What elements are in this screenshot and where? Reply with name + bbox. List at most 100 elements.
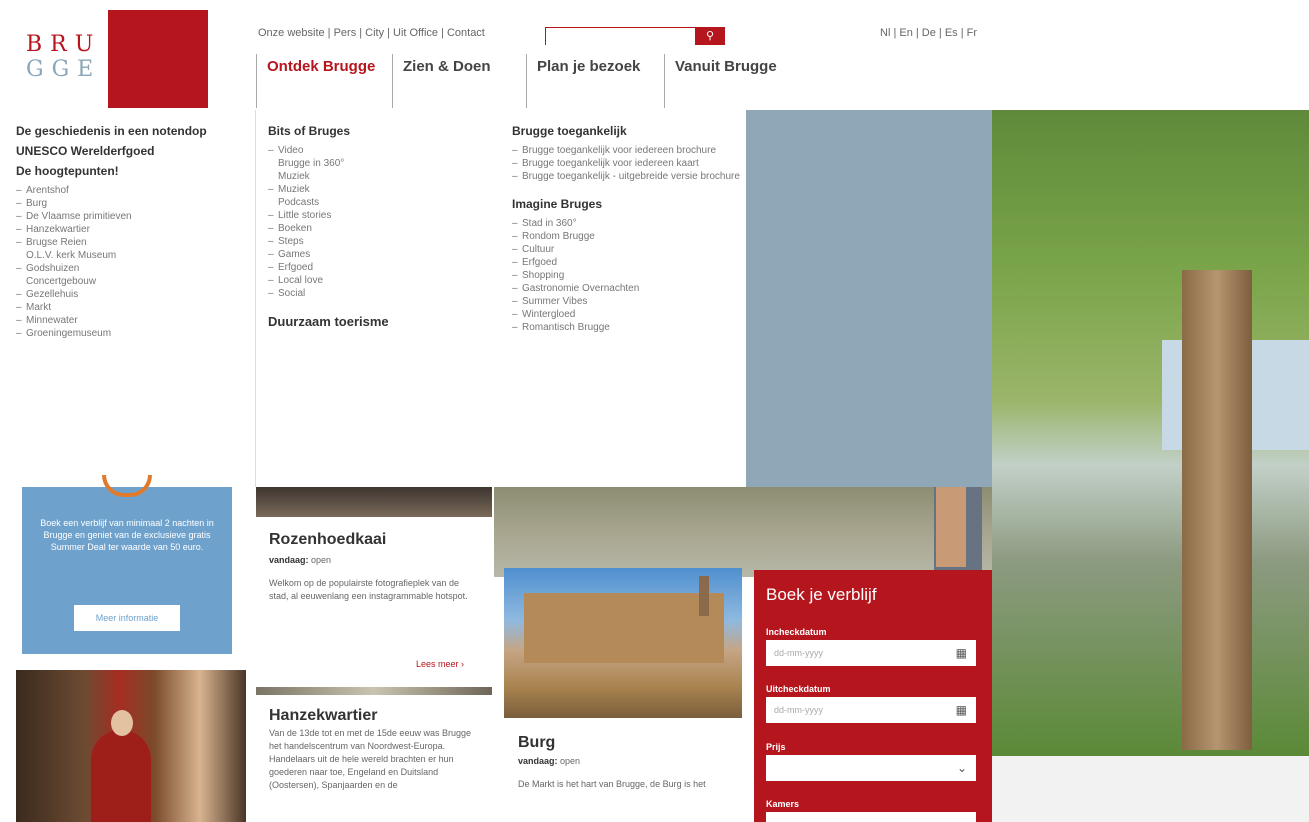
price-select[interactable]: ⌄	[766, 755, 976, 781]
top-link-press[interactable]: Pers	[334, 27, 357, 39]
menu-item[interactable]: Local love	[268, 274, 498, 287]
card-hours: vandaag: open	[269, 555, 332, 565]
card-hanzekwartier[interactable]: Hanzekwartier Van de 13de tot en met de …	[256, 687, 492, 822]
menu-item[interactable]: Markt	[16, 301, 246, 314]
menu-item[interactable]: Podcasts	[268, 196, 498, 209]
booking-title: Boek je verblijf	[766, 585, 877, 604]
card-description: Van de 13de tot en met de 15de eeuw was …	[269, 728, 471, 790]
menu-item[interactable]: Groeningemuseum	[16, 327, 246, 340]
rooms-label: Kamers	[766, 799, 800, 809]
top-links: Onze website | Pers | City | Uit Office | Co…	[258, 27, 485, 39]
menu-item[interactable]: Muziek	[268, 183, 498, 196]
promo-more-button[interactable]: Meer informatie	[74, 605, 180, 631]
menu-link-unesco[interactable]: UNESCO Werelderfgoed	[16, 144, 246, 158]
logo-line-2: GGE	[26, 57, 102, 82]
menu-item[interactable]: Burg	[16, 197, 246, 210]
promo-text: Boek een verblijf van minimaal 2 nachten…	[40, 518, 214, 552]
search-icon: ⚲	[705, 30, 715, 42]
nav-zien-doen[interactable]: Zien & Doen	[392, 54, 524, 108]
logo-red-block	[108, 10, 208, 108]
menu-item[interactable]: Boeken	[268, 222, 498, 235]
menu-item[interactable]: Video	[268, 144, 498, 157]
top-link-office[interactable]: Uit Office	[393, 27, 438, 39]
logo[interactable]: BRU GGE	[16, 10, 208, 108]
search-bar: ⚲	[545, 27, 725, 45]
top-link-city[interactable]: City	[365, 27, 384, 39]
rooms-select[interactable]	[766, 812, 976, 822]
menu-item[interactable]: Rondom Brugge	[512, 230, 742, 243]
menu-heading-toegankelijk[interactable]: Brugge toegankelijk	[512, 124, 742, 138]
search-input[interactable]	[546, 28, 696, 45]
menu-item[interactable]: Erfgoed	[268, 261, 498, 274]
promo-card: Boek een verblijf van minimaal 2 nachten…	[22, 475, 232, 654]
menu-item[interactable]: Shopping	[512, 269, 742, 282]
painting-robe	[91, 730, 151, 822]
menu-heading-duurzaam[interactable]: Duurzaam toerisme	[268, 314, 498, 329]
booking-widget: Boek je verblijf Incheckdatum dd-mm-yyyy…	[754, 570, 992, 822]
menu-item[interactable]: Summer Vibes	[512, 295, 742, 308]
menu-item[interactable]: Brugge toegankelijk voor iedereen brochu…	[512, 144, 742, 157]
menu-item[interactable]: Gastronomie Overnachten	[512, 282, 742, 295]
card-rozenhoedkaai[interactable]: Rozenhoedkaai vandaag: open Welkom op de…	[256, 487, 492, 685]
menu-item[interactable]: O.L.V. kerk Museum	[16, 249, 246, 262]
card-title: Rozenhoedkaai	[269, 531, 387, 548]
card-hours: vandaag: open	[518, 756, 581, 766]
menu-link-geschiedenis[interactable]: De geschiedenis in een notendop	[16, 124, 246, 138]
menu-heading-bits[interactable]: Bits of Bruges	[268, 124, 498, 138]
menu-item[interactable]: Muziek	[268, 170, 498, 183]
nav-plan-je-bezoek[interactable]: Plan je bezoek	[526, 54, 662, 108]
promo-badge-icon	[102, 475, 152, 497]
calendar-icon: ▦	[955, 703, 967, 717]
menu-image-panel	[746, 110, 992, 487]
menu-item[interactable]: Concertgebouw	[16, 275, 246, 288]
language-switcher[interactable]: Nl | En | De | Es | Fr	[880, 27, 977, 39]
search-button[interactable]: ⚲	[695, 27, 725, 45]
menu-item[interactable]: Minnewater	[16, 314, 246, 327]
menu-item[interactable]: Games	[268, 248, 498, 261]
card-image	[256, 687, 492, 695]
checkout-label: Uitcheckdatum	[766, 684, 831, 694]
menu-item[interactable]: Godshuizen	[16, 262, 246, 275]
menu-item[interactable]: Wintergloed	[512, 308, 742, 321]
menu-item[interactable]: Brugge toegankelijk - uitgebreide versie…	[512, 170, 742, 183]
card-image	[504, 568, 742, 718]
top-link-website[interactable]: Onze website	[258, 27, 325, 39]
menu-item[interactable]: De Vlaamse primitieven	[16, 210, 246, 223]
menu-column-3: Brugge toegankelijk Brugge toegankelijk …	[512, 124, 742, 334]
card-image	[256, 487, 492, 517]
card-title: Burg	[518, 734, 556, 751]
nav-vanuit-brugge[interactable]: Vanuit Brugge	[664, 54, 794, 108]
menu-item[interactable]: Steps	[268, 235, 498, 248]
menu-item[interactable]: Brugse Reien	[16, 236, 246, 249]
card-description: Welkom op de populairste fotografieplek …	[269, 578, 468, 601]
card-title: Hanzekwartier	[269, 707, 378, 724]
menu-column-2: Bits of Bruges Video Brugge in 360° Muzi…	[268, 124, 498, 335]
menu-item[interactable]: Brugge toegankelijk voor iedereen kaart	[512, 157, 742, 170]
menu-item[interactable]: Arentshof	[16, 184, 246, 197]
menu-item[interactable]: Gezellehuis	[16, 288, 246, 301]
menu-link-hoogtepunten[interactable]: De hoogtepunten!	[16, 164, 246, 178]
card-burg[interactable]: Burg vandaag: open De Markt is het hart …	[504, 568, 742, 822]
menu-item[interactable]: Romantisch Brugge	[512, 321, 742, 334]
menu-item[interactable]: Stad in 360°	[512, 217, 742, 230]
checkin-label: Incheckdatum	[766, 627, 827, 637]
menu-column-1: De geschiedenis in een notendop UNESCO W…	[16, 124, 246, 340]
checkin-field[interactable]: dd-mm-yyyy ▦	[766, 640, 976, 666]
top-link-contact[interactable]: Contact	[447, 27, 485, 39]
checkout-field[interactable]: dd-mm-yyyy ▦	[766, 697, 976, 723]
price-label: Prijs	[766, 742, 786, 752]
photo-person-legs	[936, 487, 966, 567]
menu-item[interactable]: Little stories	[268, 209, 498, 222]
menu-item[interactable]: Brugge in 360°	[268, 157, 498, 170]
menu-item[interactable]: Hanzekwartier	[16, 223, 246, 236]
painting-face	[111, 710, 133, 736]
mega-menu: De geschiedenis in een notendop UNESCO W…	[0, 110, 746, 487]
read-more-link[interactable]: Lees meer ›	[416, 659, 464, 669]
menu-item[interactable]: Cultuur	[512, 243, 742, 256]
menu-item[interactable]: Erfgoed	[512, 256, 742, 269]
nav-ontdek-brugge[interactable]: Ontdek Brugge	[256, 54, 390, 108]
menu-heading-imagine[interactable]: Imagine Bruges	[512, 197, 742, 211]
logo-line-1: BRU	[26, 32, 102, 57]
painting-image[interactable]	[16, 670, 246, 822]
menu-item[interactable]: Social	[268, 287, 498, 300]
